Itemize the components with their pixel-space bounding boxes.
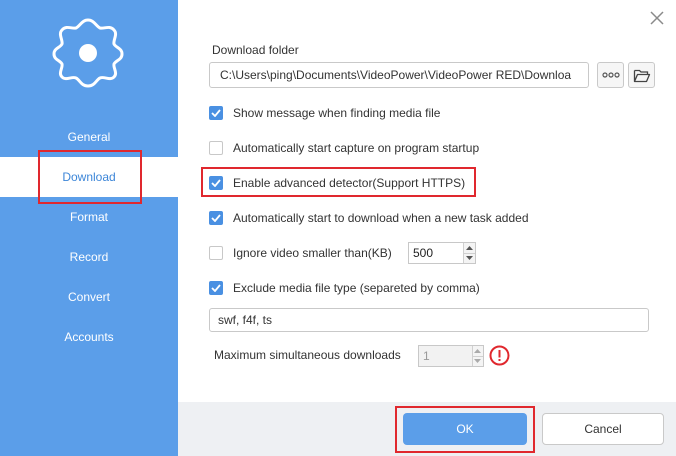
sidebar-item-convert[interactable]: Convert <box>0 277 178 317</box>
sidebar-item-accounts[interactable]: Accounts <box>0 317 178 357</box>
option-ignore-small-video[interactable]: Ignore video smaller than(KB) <box>209 244 392 262</box>
stepper-up-button[interactable] <box>464 243 475 253</box>
more-options-button[interactable] <box>597 62 624 88</box>
sidebar: General Download Format Record Convert A… <box>0 0 178 456</box>
max-downloads-stepper[interactable] <box>418 345 484 367</box>
checkbox-ignore-small-video[interactable] <box>209 246 223 260</box>
sidebar-item-download[interactable]: Download <box>0 157 178 197</box>
max-downloads-input[interactable] <box>419 346 472 366</box>
sidebar-item-label: General <box>67 130 111 144</box>
caret-down-icon <box>474 359 482 364</box>
option-auto-capture-startup[interactable]: Automatically start capture on program s… <box>209 139 479 157</box>
ellipsis-icon <box>601 72 620 78</box>
checkmark-icon <box>211 214 221 222</box>
download-folder-label: Download folder <box>212 43 299 57</box>
option-label: Enable advanced detector(Support HTTPS) <box>233 176 466 190</box>
checkmark-icon <box>211 284 221 292</box>
option-label: Show message when finding media file <box>233 106 441 120</box>
option-label: Automatically start to download when a n… <box>233 211 529 225</box>
sidebar-item-label: Convert <box>67 290 111 304</box>
close-icon[interactable] <box>647 8 667 28</box>
ignore-size-stepper[interactable] <box>408 242 476 264</box>
stepper-down-button[interactable] <box>472 355 483 367</box>
checkbox-advanced-detector[interactable] <box>209 176 223 190</box>
checkmark-icon <box>211 109 221 117</box>
option-show-message[interactable]: Show message when finding media file <box>209 104 440 122</box>
ignore-size-input[interactable] <box>409 243 464 263</box>
caret-up-icon <box>474 348 482 353</box>
download-folder-path-input[interactable]: C:\Users\ping\Documents\VideoPower\Video… <box>209 62 589 88</box>
sidebar-item-label: Record <box>69 250 109 264</box>
checkbox-exclude-file-types[interactable] <box>209 281 223 295</box>
max-downloads-label: Maximum simultaneous downloads <box>214 348 401 362</box>
option-label: Ignore video smaller than(KB) <box>233 246 392 260</box>
open-folder-button[interactable] <box>628 62 655 88</box>
ok-button[interactable]: OK <box>403 413 527 445</box>
sidebar-item-label: Accounts <box>64 330 114 344</box>
option-label: Exclude media file type (separeted by co… <box>233 281 480 295</box>
checkbox-auto-capture-startup[interactable] <box>209 141 223 155</box>
checkmark-icon <box>211 179 221 187</box>
cancel-button[interactable]: Cancel <box>542 413 664 445</box>
warning-icon[interactable] <box>489 345 510 366</box>
folder-open-icon <box>633 69 650 82</box>
sidebar-item-record[interactable]: Record <box>0 237 178 277</box>
option-exclude-file-types[interactable]: Exclude media file type (separeted by co… <box>209 279 480 297</box>
caret-down-icon <box>466 256 474 261</box>
exclude-types-input[interactable]: swf, f4f, ts <box>209 308 649 332</box>
sidebar-item-label: Download <box>62 170 116 184</box>
sidebar-item-format[interactable]: Format <box>0 197 178 237</box>
settings-gear-icon <box>52 18 124 88</box>
stepper-down-button[interactable] <box>464 252 475 264</box>
sidebar-item-label: Format <box>69 210 108 224</box>
sidebar-item-general[interactable]: General <box>0 117 178 157</box>
option-label: Automatically start capture on program s… <box>233 141 480 155</box>
option-advanced-detector[interactable]: Enable advanced detector(Support HTTPS) <box>209 174 465 192</box>
checkbox-auto-start-download[interactable] <box>209 211 223 225</box>
option-auto-start-download[interactable]: Automatically start to download when a n… <box>209 209 529 227</box>
caret-up-icon <box>466 245 474 250</box>
stepper-up-button[interactable] <box>473 346 484 356</box>
checkbox-show-message[interactable] <box>209 106 223 120</box>
